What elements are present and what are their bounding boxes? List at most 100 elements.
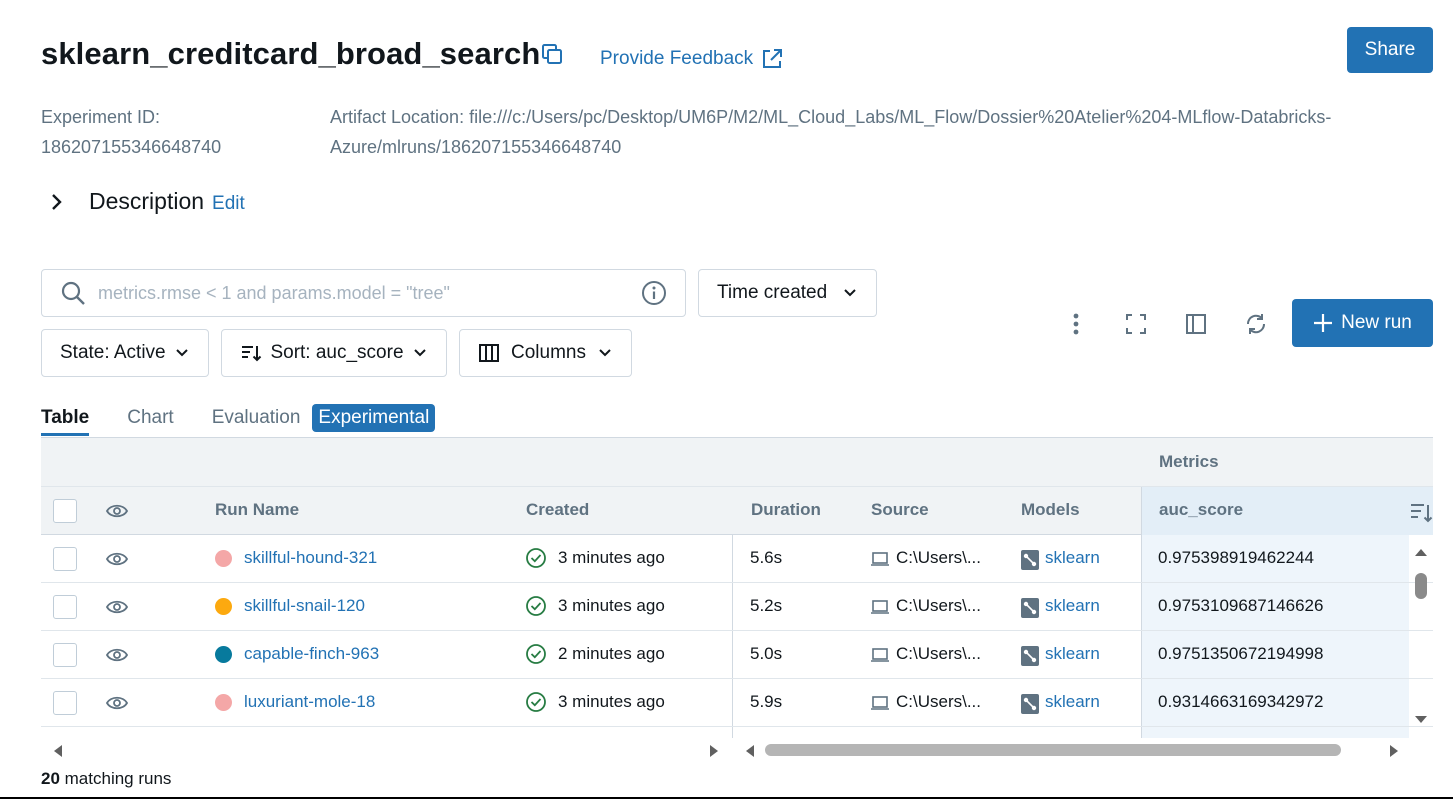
- tab-chart[interactable]: Chart: [127, 398, 173, 438]
- source-value[interactable]: C:\Users\...: [896, 548, 981, 568]
- check-circle-icon: [526, 596, 546, 616]
- eye-icon[interactable]: [106, 692, 128, 714]
- time-created-dropdown[interactable]: Time created: [698, 269, 877, 317]
- column-header-models[interactable]: Models: [1021, 500, 1080, 520]
- run-color-dot[interactable]: [215, 550, 232, 567]
- model-link[interactable]: sklearn: [1045, 596, 1100, 616]
- sort-icon: [242, 346, 262, 362]
- info-icon[interactable]: [641, 280, 667, 306]
- scroll-right-icon[interactable]: [707, 743, 721, 759]
- artifact-location: Artifact Location: file:///c:/Users/pc/D…: [330, 102, 1430, 162]
- side-panel-icon: [1186, 314, 1206, 334]
- provide-feedback-label: Provide Feedback: [600, 48, 754, 69]
- run-name-link[interactable]: skillful-snail-120: [244, 596, 365, 616]
- model-icon: [1021, 694, 1039, 714]
- refresh-button[interactable]: [1236, 304, 1276, 344]
- auc-score-value: 0.975398919462244: [1158, 548, 1314, 567]
- table-group-header: [41, 438, 1433, 487]
- table-row: skillful-snail-120 3 minutes ago 5.2s C:…: [41, 583, 1433, 631]
- runs-count-text: matching runs: [59, 769, 172, 788]
- search-icon: [61, 281, 85, 305]
- column-header-created[interactable]: Created: [526, 500, 589, 520]
- time-created-label: Time created: [717, 282, 828, 303]
- experiment-id-label: Experiment ID:: [41, 107, 161, 127]
- check-circle-icon: [526, 644, 546, 664]
- matching-runs-count: 20 matching runs: [41, 769, 171, 789]
- table-row: capable-finch-963 2 minutes ago 5.0s C:\…: [41, 631, 1433, 679]
- run-color-dot[interactable]: [215, 646, 232, 663]
- row-checkbox[interactable]: [53, 547, 77, 571]
- check-circle-icon: [526, 548, 546, 568]
- select-all-checkbox[interactable]: [53, 499, 77, 523]
- plus-icon: [1314, 314, 1333, 332]
- auc-score-value: 0.9751350672194998: [1158, 644, 1324, 663]
- share-button[interactable]: Share: [1347, 27, 1433, 73]
- run-name-link[interactable]: luxuriant-mole-18: [244, 692, 375, 712]
- row-checkbox[interactable]: [53, 595, 77, 619]
- row-checkbox[interactable]: [53, 643, 77, 667]
- column-header-duration[interactable]: Duration: [751, 500, 821, 520]
- column-header-run-name[interactable]: Run Name: [215, 500, 299, 520]
- eye-icon[interactable]: [106, 644, 128, 666]
- run-name-link[interactable]: skillful-hound-321: [244, 548, 377, 568]
- tab-table[interactable]: Table: [41, 398, 90, 438]
- runs-count: 20: [41, 769, 60, 788]
- chevron-down-icon: [414, 349, 426, 357]
- new-run-button[interactable]: New run: [1292, 299, 1433, 347]
- scroll-down-icon[interactable]: [1413, 714, 1429, 726]
- laptop-icon: [871, 696, 889, 710]
- source-value[interactable]: C:\Users\...: [896, 692, 981, 712]
- state-filter-dropdown[interactable]: State: Active: [41, 329, 209, 377]
- side-panel-button[interactable]: [1176, 304, 1216, 344]
- chevron-down-icon: [599, 349, 611, 357]
- column-header-auc-score[interactable]: auc_score: [1159, 500, 1243, 520]
- columns-dropdown[interactable]: Columns: [459, 329, 632, 377]
- description-label: Description: [89, 188, 205, 214]
- source-value[interactable]: C:\Users\...: [896, 644, 981, 664]
- eye-icon[interactable]: [106, 500, 128, 522]
- scroll-left-icon[interactable]: [51, 743, 65, 759]
- more-options-button[interactable]: [1056, 304, 1096, 344]
- search-box[interactable]: [41, 269, 686, 317]
- model-icon: [1021, 598, 1039, 618]
- run-color-dot[interactable]: [215, 598, 232, 615]
- scroll-right-icon[interactable]: [1387, 743, 1401, 759]
- columns-label: Columns: [511, 342, 586, 363]
- duration-value: 5.9s: [750, 692, 783, 711]
- chevron-down-icon: [176, 349, 188, 357]
- row-checkbox[interactable]: [53, 691, 77, 715]
- model-link[interactable]: sklearn: [1045, 548, 1100, 568]
- columns-icon: [479, 344, 499, 362]
- table-row: skillful-hound-321 3 minutes ago 5.6s C:…: [41, 535, 1433, 583]
- sort-label: Sort: auc_score: [270, 342, 404, 363]
- column-header-source[interactable]: Source: [871, 500, 929, 520]
- created-time: 3 minutes ago: [558, 692, 665, 711]
- fullscreen-button[interactable]: [1116, 304, 1156, 344]
- source-value[interactable]: C:\Users\...: [896, 596, 981, 616]
- created-time: 3 minutes ago: [558, 548, 665, 567]
- artifact-location-line1: Artifact Location: file:///c:/Users/pc/D…: [330, 107, 1332, 127]
- copy-icon[interactable]: [540, 42, 564, 66]
- chevron-right-icon[interactable]: [45, 191, 67, 213]
- model-link[interactable]: sklearn: [1045, 644, 1100, 664]
- eye-icon[interactable]: [106, 596, 128, 618]
- vertical-scrollbar-thumb[interactable]: [1415, 573, 1427, 599]
- run-color-dot[interactable]: [215, 694, 232, 711]
- search-input[interactable]: [98, 282, 641, 304]
- horizontal-scrollbar-thumb[interactable]: [765, 744, 1341, 756]
- page-title: sklearn_creditcard_broad_search: [41, 36, 541, 71]
- model-link[interactable]: sklearn: [1045, 692, 1100, 712]
- eye-icon[interactable]: [106, 548, 128, 570]
- check-circle-icon: [526, 692, 546, 712]
- scroll-left-icon[interactable]: [743, 743, 757, 759]
- description-edit-link[interactable]: Edit: [212, 193, 245, 215]
- run-name-link[interactable]: capable-finch-963: [244, 644, 379, 664]
- external-link-icon: [763, 49, 783, 68]
- sort-dropdown[interactable]: Sort: auc_score: [221, 329, 447, 377]
- tab-evaluation[interactable]: Evaluation: [212, 398, 301, 438]
- new-run-label: New run: [1341, 312, 1412, 333]
- kebab-menu-icon: [1073, 313, 1079, 335]
- scroll-up-icon[interactable]: [1413, 546, 1429, 558]
- sort-descending-icon[interactable]: [1409, 500, 1433, 524]
- provide-feedback-link[interactable]: Provide Feedback: [600, 48, 783, 70]
